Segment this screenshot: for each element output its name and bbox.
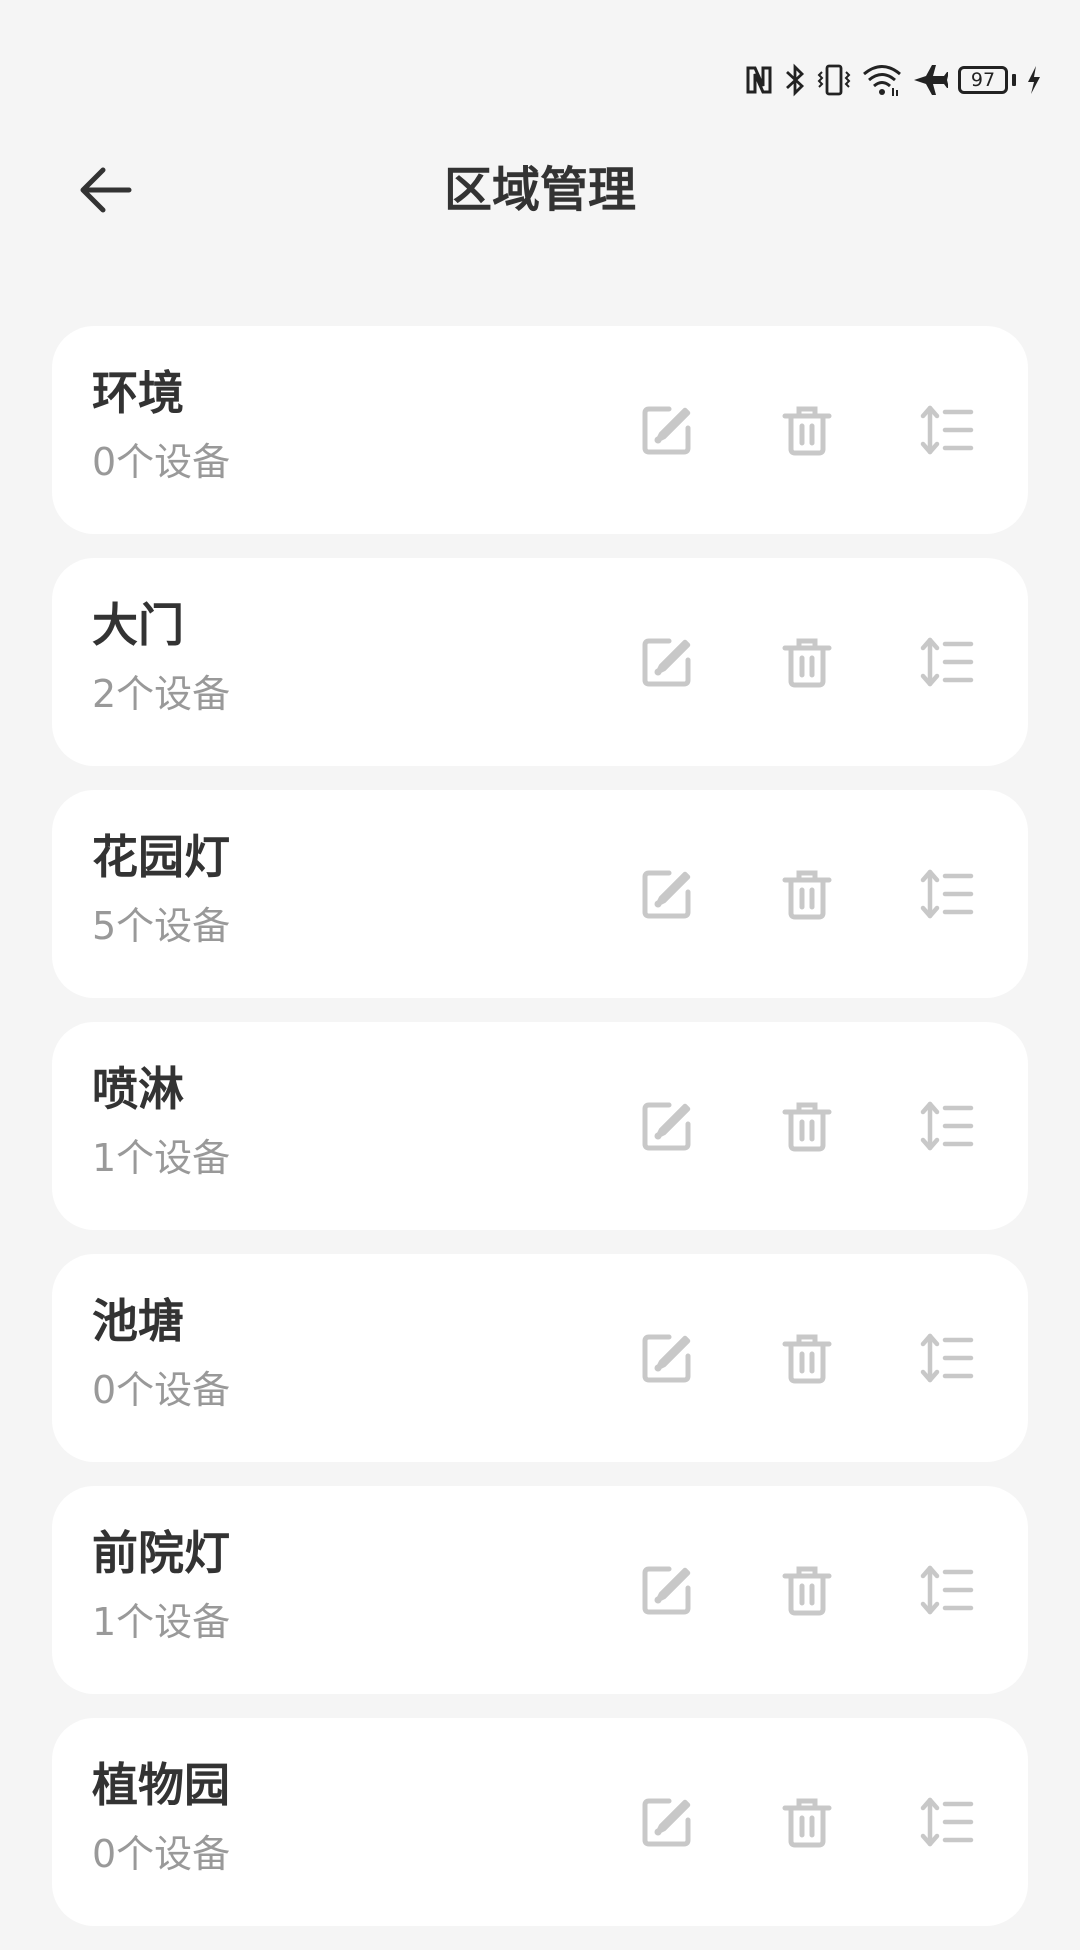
area-device-count: 0个设备: [92, 1368, 231, 1412]
wifi-icon: [863, 65, 901, 96]
area-card[interactable]: 环境 0个设备: [52, 326, 1028, 534]
app-bar: 区域管理: [0, 150, 1080, 230]
sort-button[interactable]: [914, 397, 980, 463]
sort-button[interactable]: [914, 629, 980, 695]
edit-icon: [642, 1566, 691, 1615]
area-name: 植物园: [92, 1758, 230, 1812]
page-title: 区域管理: [443, 162, 636, 218]
sort-button[interactable]: [914, 1093, 980, 1159]
area-name: 环境: [92, 366, 184, 420]
delete-button[interactable]: [774, 861, 840, 927]
area-actions: [634, 1254, 980, 1462]
edit-button[interactable]: [634, 1325, 700, 1391]
area-name: 花园灯: [92, 830, 230, 884]
area-card[interactable]: 大门 2个设备: [52, 558, 1028, 766]
sort-icon: [920, 405, 974, 455]
trash-icon: [782, 1334, 832, 1384]
vibrate-icon: [817, 64, 851, 96]
area-actions: [634, 558, 980, 766]
status-bar: 97: [744, 52, 1042, 108]
charging-icon: [1028, 66, 1040, 94]
nfc-icon: [746, 66, 772, 94]
area-card[interactable]: 花园灯 5个设备: [52, 790, 1028, 998]
edit-icon: [642, 406, 691, 455]
sort-icon: [920, 1797, 974, 1847]
edit-button[interactable]: [634, 861, 700, 927]
sort-icon: [920, 637, 974, 687]
trash-icon: [782, 406, 832, 456]
sort-button[interactable]: [914, 1325, 980, 1391]
area-card[interactable]: 喷淋 1个设备: [52, 1022, 1028, 1230]
edit-icon: [642, 638, 691, 687]
area-actions: [634, 1486, 980, 1694]
battery-level: 97: [958, 66, 1008, 94]
sort-icon: [920, 1101, 974, 1151]
trash-icon: [782, 1566, 832, 1616]
area-actions: [634, 326, 980, 534]
edit-icon: [642, 1102, 691, 1151]
edit-button[interactable]: [634, 397, 700, 463]
area-name: 喷淋: [92, 1062, 184, 1116]
area-actions: [634, 790, 980, 998]
airplane-mode-icon: [914, 65, 948, 95]
trash-icon: [782, 1102, 832, 1152]
area-device-count: 5个设备: [92, 904, 231, 948]
area-name: 池塘: [92, 1294, 184, 1348]
edit-button[interactable]: [634, 629, 700, 695]
area-device-count: 0个设备: [92, 1832, 231, 1876]
edit-icon: [642, 1798, 691, 1847]
area-device-count: 1个设备: [92, 1136, 231, 1180]
trash-icon: [782, 638, 832, 688]
area-card[interactable]: 植物园 0个设备: [52, 1718, 1028, 1926]
area-device-count: 2个设备: [92, 672, 231, 716]
sort-button[interactable]: [914, 861, 980, 927]
area-actions: [634, 1022, 980, 1230]
area-card[interactable]: 池塘 0个设备: [52, 1254, 1028, 1462]
area-device-count: 1个设备: [92, 1600, 231, 1644]
edit-button[interactable]: [634, 1093, 700, 1159]
sort-button[interactable]: [914, 1789, 980, 1855]
sort-icon: [920, 869, 974, 919]
edit-icon: [642, 870, 691, 919]
bluetooth-icon: [786, 63, 805, 97]
area-card[interactable]: 前院灯 1个设备: [52, 1486, 1028, 1694]
delete-button[interactable]: [774, 1325, 840, 1391]
area-name: 大门: [92, 598, 184, 652]
edit-icon: [642, 1334, 691, 1383]
edit-button[interactable]: [634, 1557, 700, 1623]
edit-button[interactable]: [634, 1789, 700, 1855]
battery-icon: 97: [958, 66, 1016, 94]
sort-button[interactable]: [914, 1557, 980, 1623]
trash-icon: [782, 1798, 832, 1848]
area-device-count: 0个设备: [92, 440, 231, 484]
delete-button[interactable]: [774, 397, 840, 463]
sort-icon: [920, 1565, 974, 1615]
delete-button[interactable]: [774, 1557, 840, 1623]
area-actions: [634, 1718, 980, 1926]
area-name: 前院灯: [92, 1526, 230, 1580]
area-list: 环境 0个设备 大门 2个设备 花园灯 5个设备 喷淋 1个设备 池塘 0个设备…: [52, 326, 1028, 1950]
delete-button[interactable]: [774, 1093, 840, 1159]
sort-icon: [920, 1333, 974, 1383]
delete-button[interactable]: [774, 629, 840, 695]
delete-button[interactable]: [774, 1789, 840, 1855]
trash-icon: [782, 870, 832, 920]
